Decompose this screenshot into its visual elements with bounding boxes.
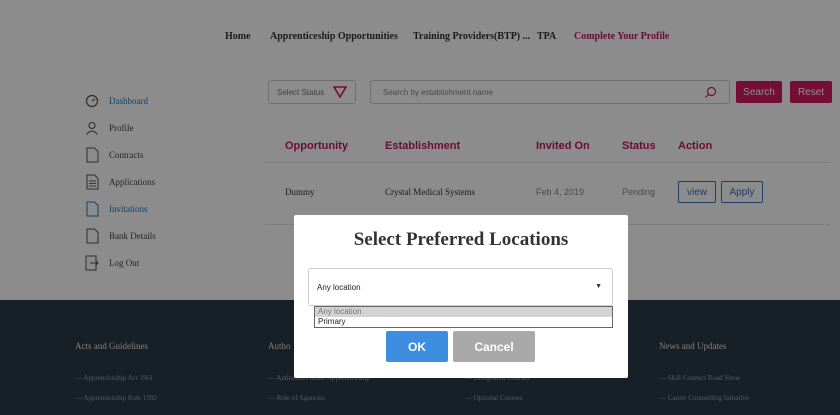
ok-button[interactable]: OK — [386, 331, 448, 362]
location-option[interactable]: Primary — [315, 317, 612, 327]
location-select-value: Any location — [317, 282, 361, 292]
location-option[interactable]: Any location — [315, 307, 612, 317]
modal-title: Select Preferred Locations — [353, 229, 569, 250]
location-select[interactable]: Any location ▼ — [308, 268, 613, 306]
cancel-button[interactable]: Cancel — [453, 331, 535, 362]
dropdown-arrow-icon: ▼ — [595, 283, 602, 290]
page: Home Apprenticeship Opportunities Traini… — [0, 0, 840, 415]
location-options-list: Any location Primary — [314, 306, 613, 328]
